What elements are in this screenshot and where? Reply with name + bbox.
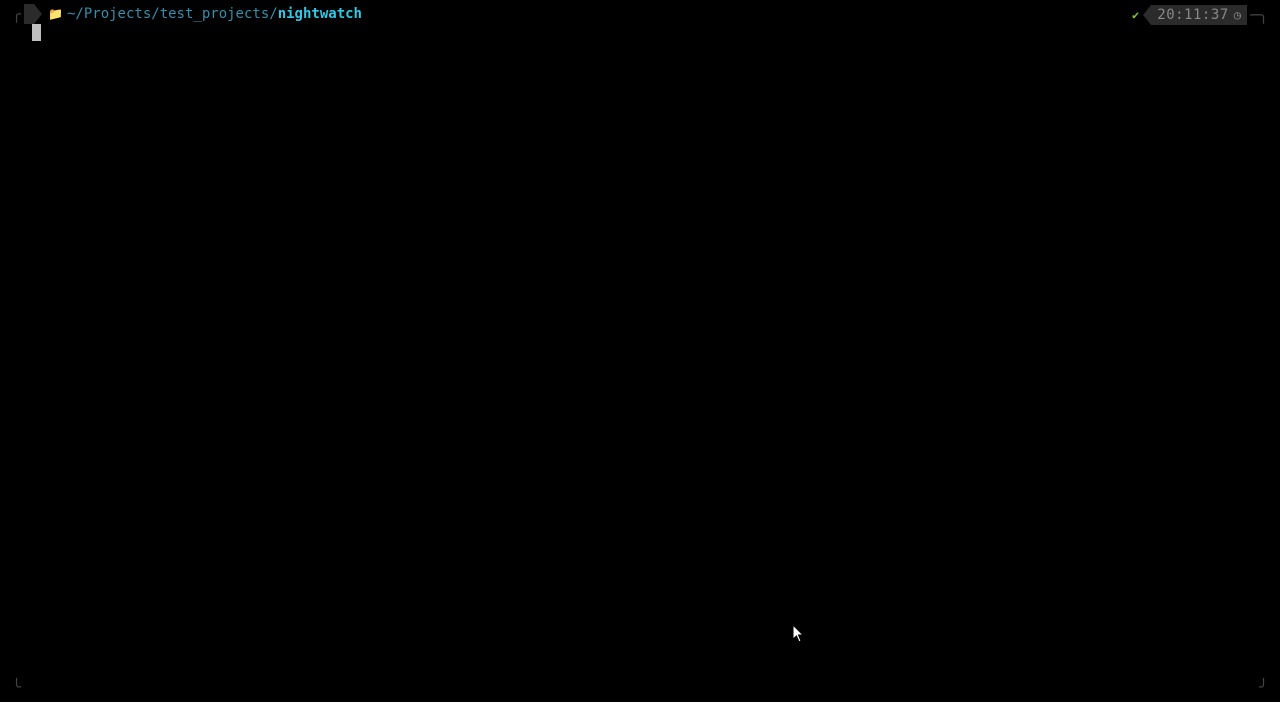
prompt-right-segment: ✔ 20:11:37 ◷ ─╮ [1132,5,1280,25]
terminal-window[interactable]: ╭ 📁 ~/Projects/test_projects/nightwatch … [0,0,1280,702]
segment-separator-left-icon [1143,5,1151,25]
text-cursor [32,24,41,41]
command-input-line[interactable] [0,22,1280,45]
prompt-left-segment: ╭ 📁 ~/Projects/test_projects/nightwatch [0,4,362,24]
clock-time: 20:11:37 [1157,7,1228,23]
frame-corner-bottom-right: ╯ [1259,678,1268,696]
segment-separator-icon [34,4,42,24]
os-segment [24,4,34,24]
frame-corner-top-left: ╭ [0,5,24,23]
path-prefix: ~/Projects/test_projects/ [67,6,278,22]
success-check-icon: ✔ [1132,8,1139,22]
frame-corner-top-right: ─╮ [1247,6,1280,24]
time-segment: 20:11:37 ◷ [1151,5,1247,25]
frame-corner-bottom-left: ╰ [12,678,21,696]
folder-icon: 📁 [48,7,63,21]
clock-icon: ◷ [1234,8,1241,22]
prompt-line: ╭ 📁 ~/Projects/test_projects/nightwatch … [0,0,1280,22]
mouse-cursor-icon [792,625,806,647]
path-current-dir: nightwatch [278,6,362,22]
